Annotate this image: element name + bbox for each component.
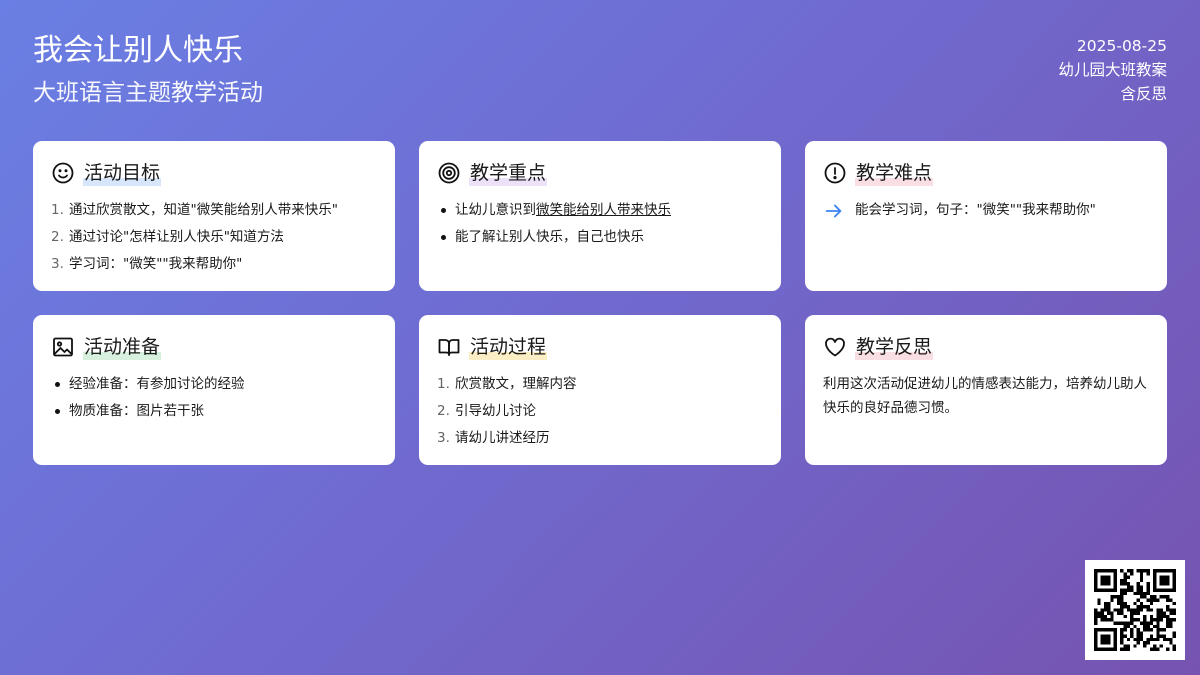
list-item: 3. 学习词："微笑""我来帮助你" — [51, 256, 243, 272]
list-item: 1. 欣赏散文，理解内容 — [437, 376, 577, 392]
list-item: 1. 通过欣赏散文，知道"微笑能给别人带来快乐" — [51, 202, 338, 218]
card-reflection: 教学反思 利用这次活动促进幼儿的情感表达能力，培养幼儿助人快乐的良好品德习惯。 — [805, 315, 1167, 465]
card-process: 活动过程 1. 欣赏散文，理解内容 2. 引导幼儿讨论 3. 请幼儿讲述经历 — [419, 315, 781, 465]
list-item: 物质准备：图片若干张 — [51, 398, 377, 425]
grade-text: 幼儿园大班教案 — [1058, 61, 1167, 79]
target-icon — [437, 161, 461, 185]
key-points-list: 让幼儿意识到微笑能给别人带来快乐 能了解让别人快乐，自己也快乐 — [437, 197, 763, 251]
reflection-note: 含反思 — [1120, 85, 1167, 103]
list-item: 能了解让别人快乐，自己也快乐 — [437, 224, 763, 251]
card-difficulty: 教学难点 能会学习词，句子："微笑""我来帮助你" — [805, 141, 1167, 291]
list-item: 2. 引导幼儿讨论 — [437, 403, 536, 419]
card-title: 活动目标 — [83, 160, 162, 186]
card-preparation: 活动准备 经验准备：有参加讨论的经验 物质准备：图片若干张 — [33, 315, 395, 465]
reflection-text: 利用这次活动促进幼儿的情感表达能力，培养幼儿助人快乐的良好品德习惯。 — [823, 376, 1147, 416]
heart-icon — [823, 335, 847, 359]
smile-icon — [51, 161, 75, 185]
list-item: 让幼儿意识到微笑能给别人带来快乐 — [437, 197, 763, 224]
list-item: 3. 请幼儿讲述经历 — [437, 430, 550, 446]
page-subtitle: 大班语言主题教学活动 — [33, 80, 263, 106]
card-title: 教学重点 — [469, 160, 548, 186]
preparation-list: 经验准备：有参加讨论的经验 物质准备：图片若干张 — [51, 371, 377, 425]
book-icon — [437, 335, 461, 359]
card-title: 活动过程 — [469, 334, 548, 360]
qr-code-icon — [1085, 560, 1185, 660]
card-title: 教学反思 — [855, 334, 934, 360]
alert-icon — [823, 161, 847, 185]
card-activity-goals: 活动目标 1. 通过欣赏散文，知道"微笑能给别人带来快乐" 2. 通过讨论"怎样让别… — [33, 141, 395, 291]
process-list: 1. 欣赏散文，理解内容 2. 引导幼儿讨论 3. 请幼儿讲述经历 — [437, 371, 763, 452]
card-title: 活动准备 — [83, 334, 162, 360]
page-header: 我会让别人快乐 大班语言主题教学活动 — [33, 30, 263, 110]
card-title: 教学难点 — [855, 160, 934, 186]
list-item: 经验准备：有参加讨论的经验 — [51, 371, 377, 398]
goals-list: 1. 通过欣赏散文，知道"微笑能给别人带来快乐" 2. 通过讨论"怎样让别人快乐"知… — [51, 197, 377, 278]
date-text: 2025-08-25 — [1076, 37, 1167, 55]
difficulty-item: 能会学习词，句子："微笑""我来帮助你" — [823, 197, 1149, 224]
header-meta: 2025-08-25 幼儿园大班教案 含反思 — [1058, 34, 1167, 106]
list-item: 2. 通过讨论"怎样让别人快乐"知道方法 — [51, 229, 284, 245]
page-title: 我会让别人快乐 — [33, 33, 243, 68]
image-icon — [51, 335, 75, 359]
underlined-phrase: 微笑能给别人带来快乐 — [536, 202, 671, 218]
arrow-right-icon — [823, 200, 845, 222]
card-key-points: 教学重点 让幼儿意识到微笑能给别人带来快乐 能了解让别人快乐，自己也快乐 — [419, 141, 781, 291]
